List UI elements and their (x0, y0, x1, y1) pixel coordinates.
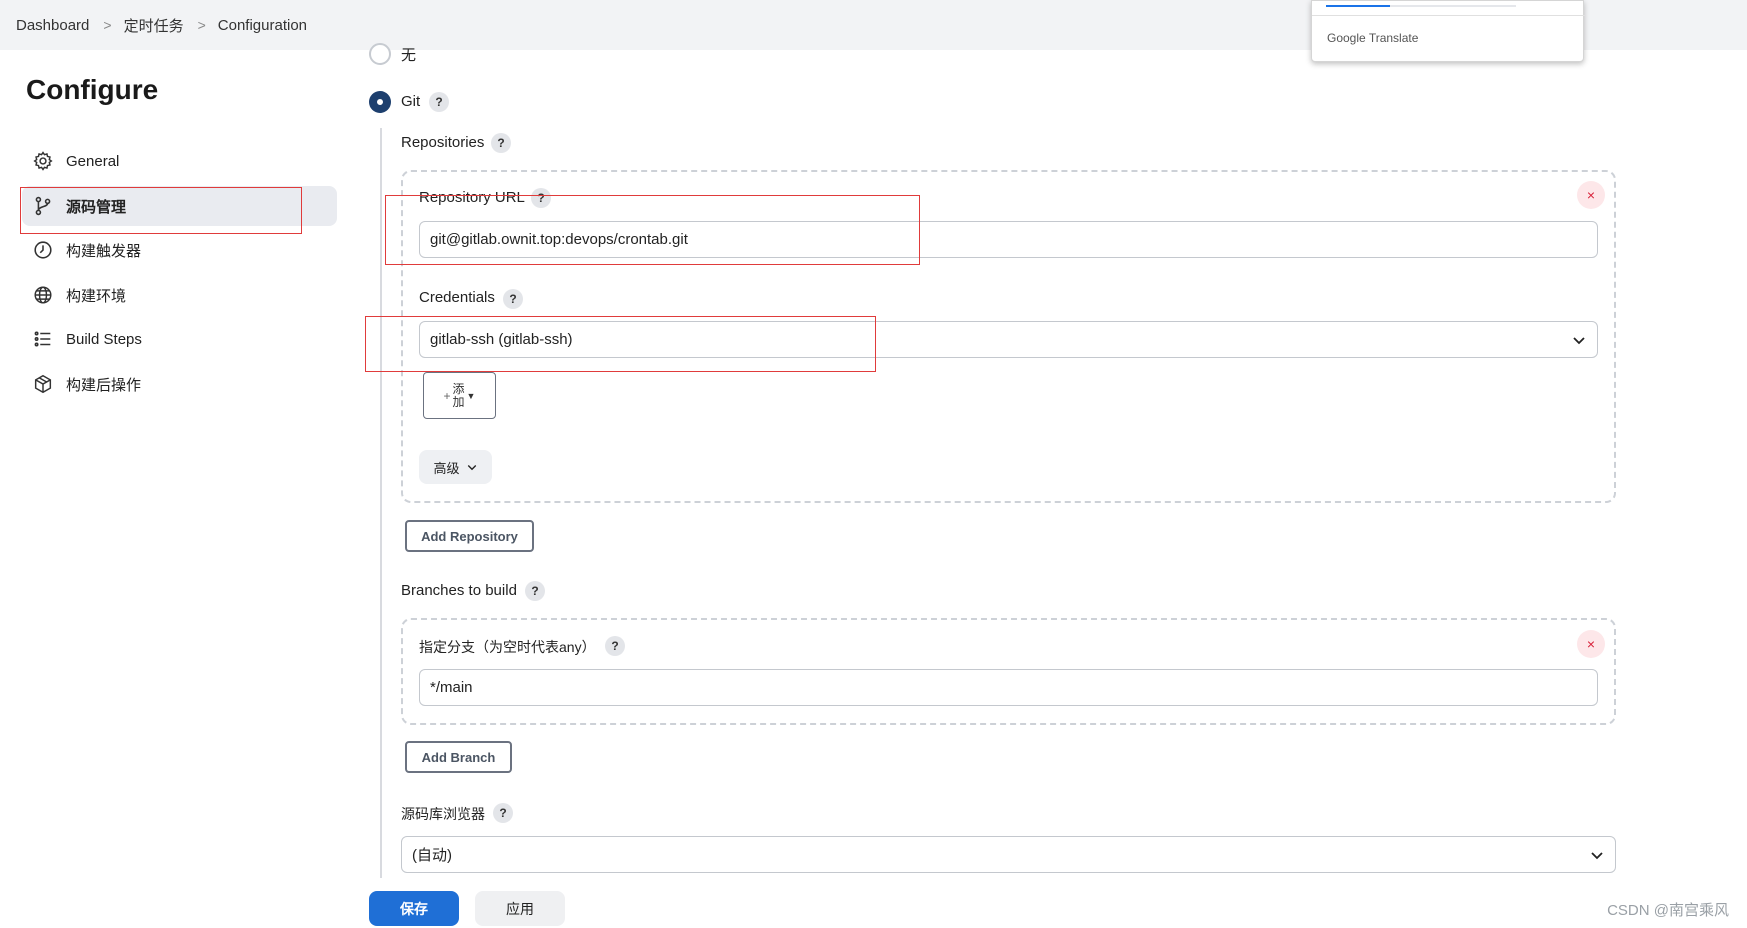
repositories-label: Repositories (401, 134, 485, 151)
breadcrumb-separator: > (197, 17, 206, 33)
remove-branch-button[interactable]: × (1577, 630, 1605, 658)
advanced-label: 高级 (433, 460, 460, 476)
package-icon (30, 372, 56, 396)
radio-none[interactable] (369, 43, 391, 65)
progress-fill (1326, 5, 1390, 7)
help-icon[interactable]: ? (605, 636, 625, 656)
add-credentials-label: 添 (452, 381, 465, 396)
section-divider (380, 128, 382, 888)
breadcrumb-configuration: Configuration (217, 16, 308, 34)
google-wordmark: Google (1327, 31, 1366, 45)
highlight-box (20, 187, 302, 234)
globe-icon (30, 283, 56, 307)
clock-icon (30, 238, 56, 262)
branch-specifier-input[interactable]: */main (419, 669, 1598, 706)
chevron-down-icon (466, 461, 478, 473)
help-icon[interactable]: ? (429, 92, 449, 112)
highlight-box (385, 195, 920, 265)
sidebar-item-label: General (66, 152, 120, 170)
breadcrumb-job[interactable]: 定时任务 (124, 15, 184, 36)
sidebar-item-label: 构建环境 (66, 287, 127, 305)
sidebar-item-label: 构建触发器 (66, 242, 142, 260)
breadcrumb-dashboard[interactable]: Dashboard (16, 17, 89, 34)
google-translate-logo: Google Translate (1327, 31, 1418, 45)
translate-popup[interactable]: Google Translate (1311, 0, 1585, 62)
sidebar-item-general[interactable]: General (22, 141, 337, 181)
chevron-down-icon (1589, 847, 1605, 867)
add-repository-button[interactable]: Add Repository (405, 520, 534, 552)
help-icon[interactable]: ? (493, 803, 513, 823)
divider (1312, 15, 1585, 16)
radio-git-label: Git (401, 93, 421, 110)
sidebar-item-build-steps[interactable]: Build Steps (22, 319, 337, 359)
sidebar-item-build-triggers[interactable]: 构建触发器 (22, 230, 337, 270)
sidebar-item-label: 构建后操作 (66, 376, 142, 394)
watermark: CSDN @南宫乘风 (1607, 902, 1729, 919)
help-icon[interactable]: ? (525, 581, 545, 601)
highlight-box (365, 316, 876, 372)
radio-none-label: 无 (401, 47, 417, 64)
translate-wordmark: Translate (1368, 31, 1419, 45)
branch-specifier-label: 指定分支（为空时代表any） (419, 639, 596, 655)
list-icon (30, 327, 56, 351)
sidebar-item-build-environment[interactable]: 构建环境 (22, 275, 337, 315)
help-icon[interactable]: ? (491, 133, 511, 153)
advanced-toggle[interactable]: 高级 (419, 450, 492, 484)
radio-git[interactable] (369, 91, 391, 113)
caret-down-icon: ▼ (466, 390, 476, 401)
remove-repository-button[interactable]: × (1577, 181, 1605, 209)
add-credentials-button[interactable]: + 添 加 ▼ (423, 372, 496, 419)
plus-icon: + (443, 388, 451, 403)
apply-button[interactable]: 应用 (475, 891, 565, 926)
page-title: Configure (26, 74, 159, 105)
credentials-label: Credentials (419, 289, 495, 306)
breadcrumb-separator: > (103, 17, 112, 33)
gear-icon (30, 149, 56, 173)
add-branch-button[interactable]: Add Branch (405, 741, 512, 773)
sidebar-item-post-build[interactable]: 构建后操作 (22, 364, 337, 404)
branch-specifier-value: */main (430, 679, 473, 696)
repo-browser-value: (自动) (412, 847, 452, 864)
repo-browser-label: 源码库浏览器 (401, 806, 485, 822)
help-icon[interactable]: ? (503, 289, 523, 309)
add-credentials-label: 加 (452, 394, 465, 409)
repo-browser-select[interactable]: (自动) (401, 836, 1616, 873)
sidebar-item-label: Build Steps (66, 330, 142, 348)
branches-label: Branches to build (401, 582, 517, 599)
save-button[interactable]: 保存 (369, 891, 459, 926)
chevron-down-icon (1571, 332, 1587, 352)
